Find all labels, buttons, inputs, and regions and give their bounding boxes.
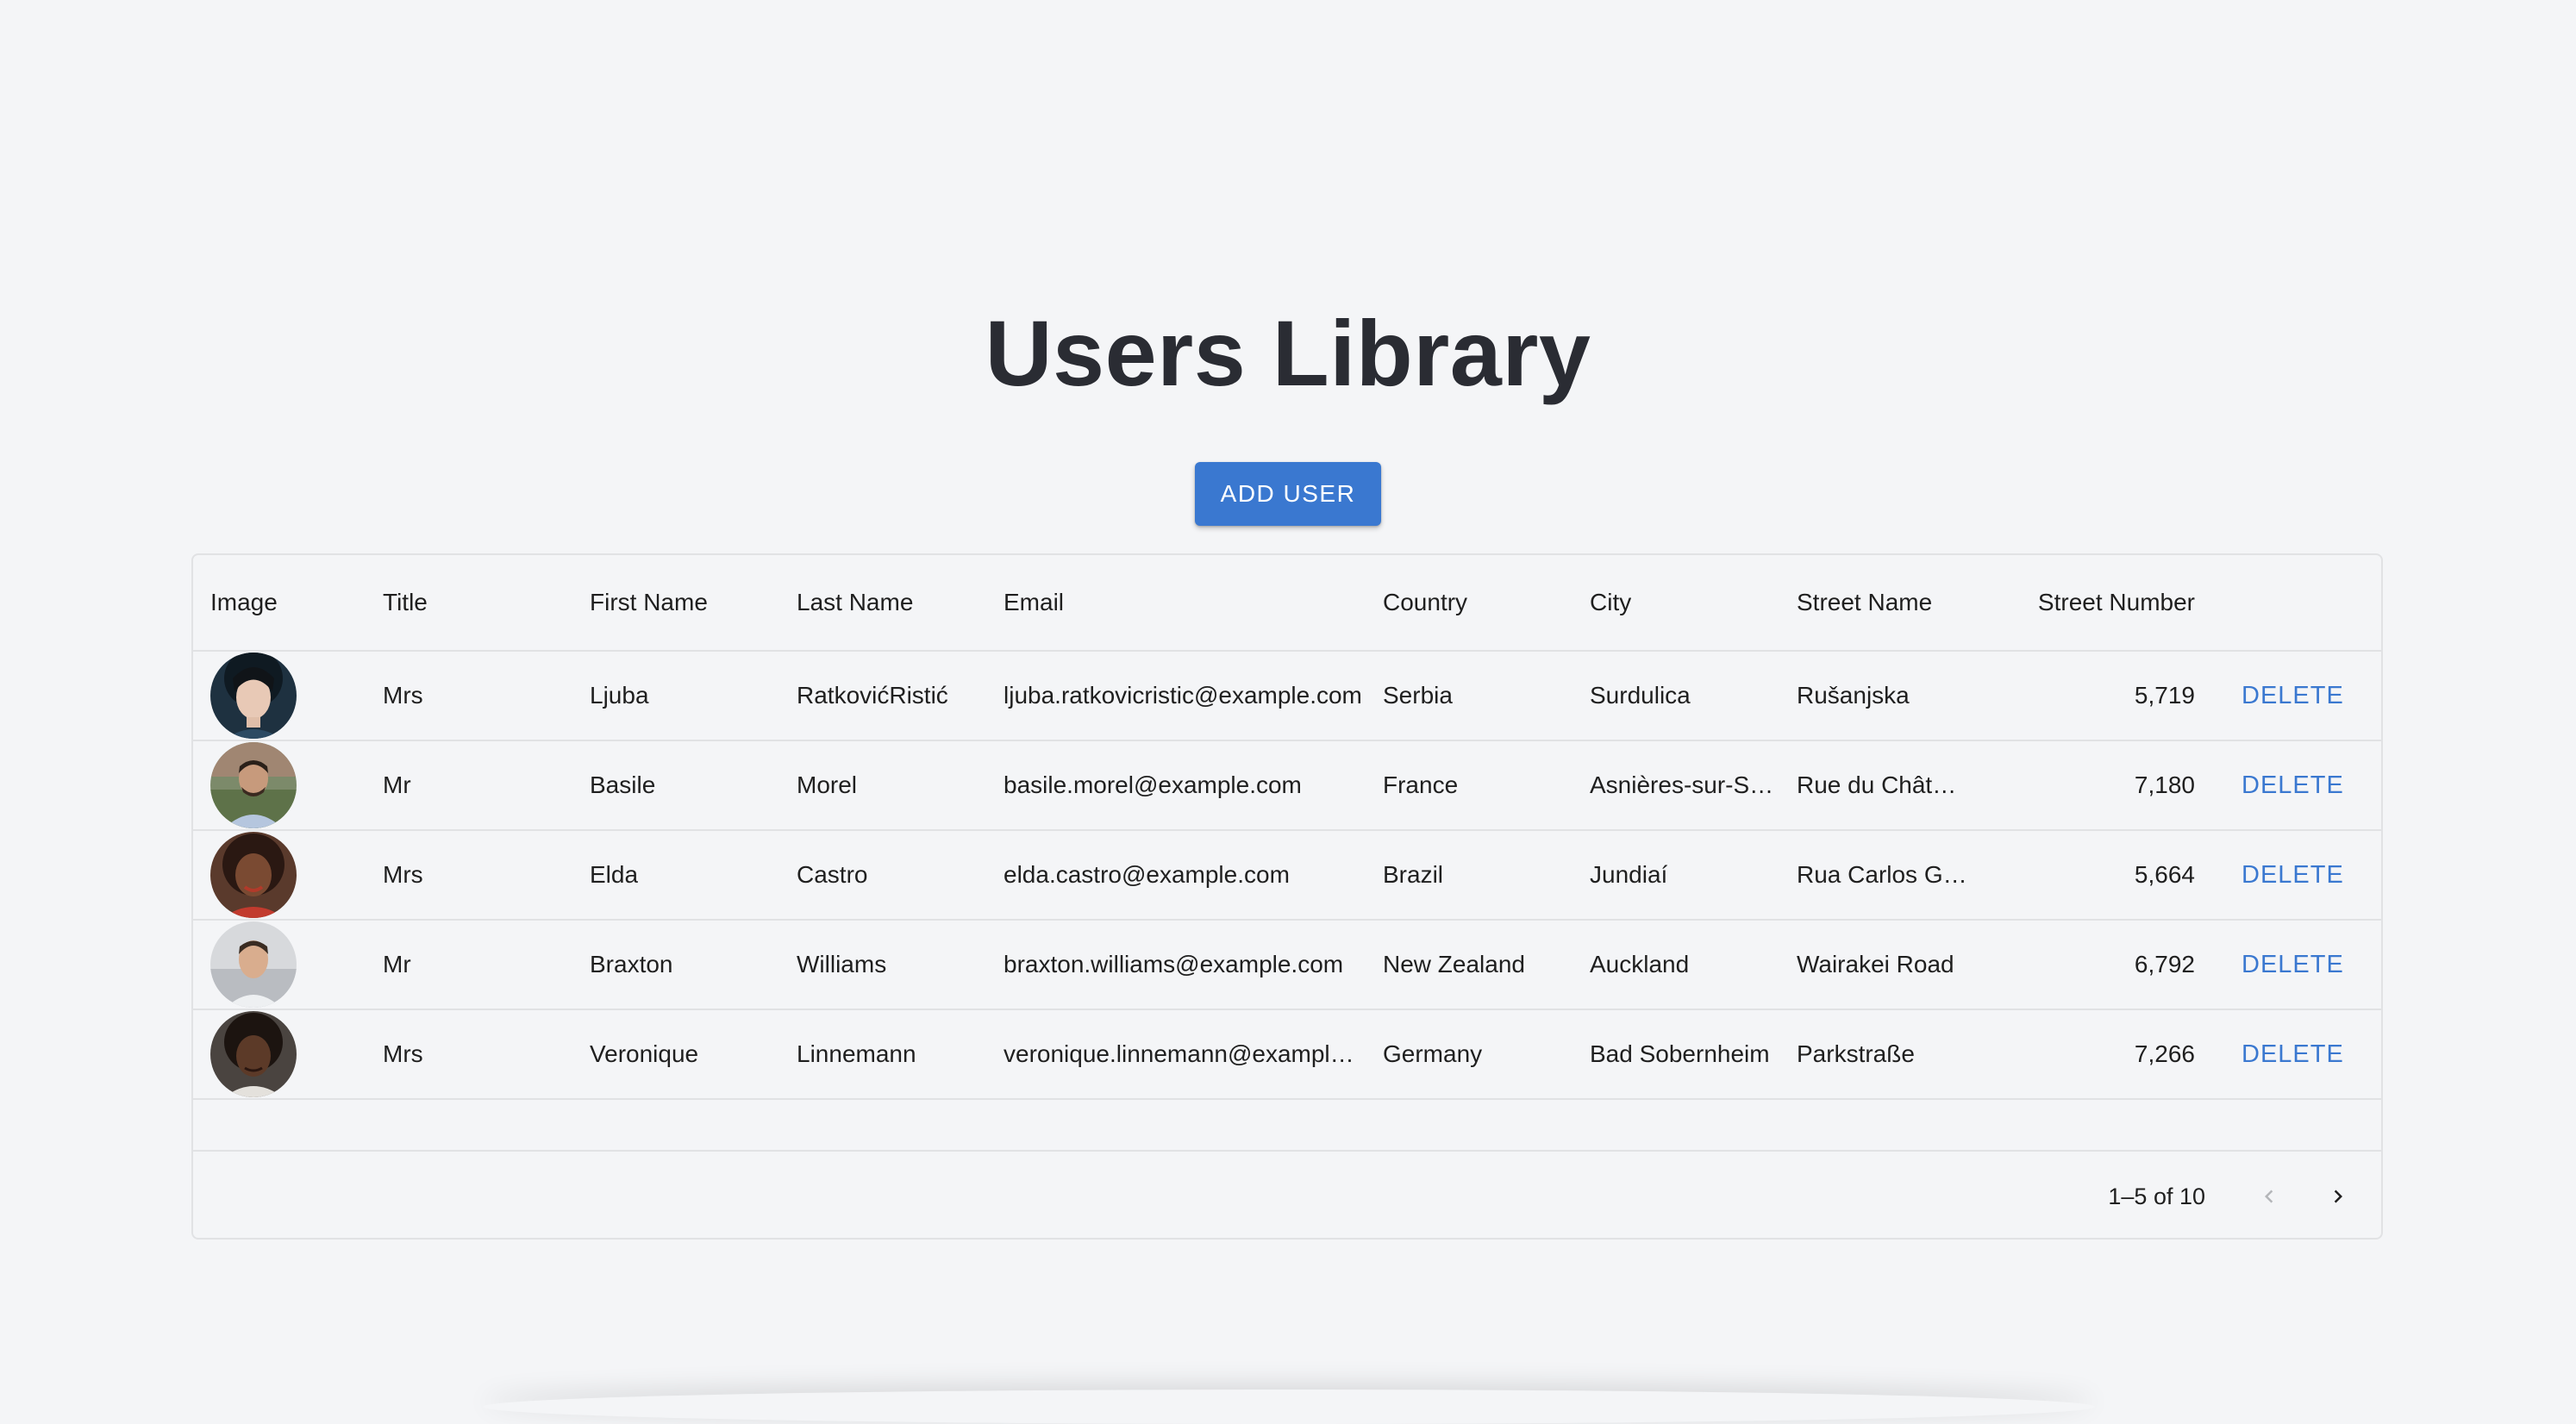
chevron-right-icon <box>2334 1190 2342 1203</box>
users-table: Image Title First Name Last Name Email C… <box>191 553 2383 1240</box>
next-page-button[interactable] <box>2316 1174 2360 1219</box>
column-header-street-name[interactable]: Street Name <box>1797 555 1969 650</box>
page-title: Users Library <box>985 301 1591 405</box>
table-row[interactable]: Mr Braxton Williams braxton.williams@exa… <box>193 921 2381 1010</box>
column-header-email[interactable]: Email <box>1004 555 1366 650</box>
table-row[interactable]: Mr Basile Morel basile.morel@example.com… <box>193 741 2381 831</box>
table-footer: 1–5 of 10 <box>193 1150 2381 1238</box>
pagination-range-label: 1–5 of 10 <box>2108 1183 2205 1209</box>
bottom-panel-edge <box>483 1390 2095 1424</box>
table-row[interactable]: Mrs Veronique Linnemann veronique.linnem… <box>193 1010 2381 1100</box>
column-header-last-name[interactable]: Last Name <box>797 555 986 650</box>
user-avatar <box>210 832 297 918</box>
table-row[interactable]: Mrs Ljuba RatkovićRistić ljuba.ratkovicr… <box>193 652 2381 741</box>
delete-button[interactable]: DELETE <box>2241 951 2344 979</box>
user-avatar <box>210 653 297 739</box>
add-user-button[interactable]: ADD USER <box>1195 462 1381 526</box>
user-avatar <box>210 921 297 1008</box>
column-header-first-name[interactable]: First Name <box>590 555 779 650</box>
previous-page-button[interactable] <box>2247 1174 2292 1219</box>
table-header-row: Image Title First Name Last Name Email C… <box>193 555 2381 652</box>
table-row[interactable]: Mrs Elda Castro elda.castro@example.com … <box>193 831 2381 921</box>
column-header-street-number[interactable]: Street Number <box>2004 555 2195 650</box>
column-header-country[interactable]: Country <box>1383 555 1572 650</box>
user-avatar <box>210 1011 297 1097</box>
user-avatar <box>210 742 297 828</box>
column-header-title[interactable]: Title <box>383 555 555 650</box>
delete-button[interactable]: DELETE <box>2241 682 2344 710</box>
delete-button[interactable]: DELETE <box>2241 771 2344 800</box>
chevron-left-icon <box>2265 1190 2273 1203</box>
column-header-city[interactable]: City <box>1590 555 1779 650</box>
column-header-image[interactable]: Image <box>210 555 348 650</box>
delete-button[interactable]: DELETE <box>2241 861 2344 890</box>
delete-button[interactable]: DELETE <box>2241 1040 2344 1069</box>
